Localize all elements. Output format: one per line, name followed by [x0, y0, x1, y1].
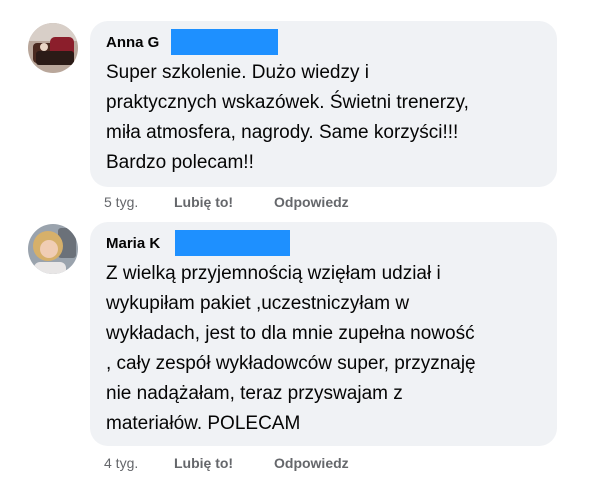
redaction-box — [171, 29, 278, 55]
comment-bubble: Maria K Z wielką przyjemnością wzięłam u… — [90, 222, 557, 446]
reply-button[interactable]: Odpowiedz — [274, 454, 349, 472]
reply-button[interactable]: Odpowiedz — [274, 193, 349, 211]
avatar[interactable] — [28, 23, 78, 73]
author-name[interactable]: Maria K — [106, 235, 160, 252]
like-button[interactable]: Lubię to! — [174, 193, 274, 211]
comment-bubble: Anna G Super szkolenie. Dużo wiedzy i pr… — [90, 21, 557, 187]
avatar[interactable] — [28, 224, 78, 274]
comment-actions: 4 tyg. Lubię to! Odpowiedz — [104, 454, 349, 472]
comment-actions: 5 tyg. Lubię to! Odpowiedz — [104, 193, 349, 211]
comment-text: Z wielką przyjemnością wzięłam udział i … — [106, 263, 476, 434]
redaction-box — [175, 230, 290, 256]
comment-text: Super szkolenie. Dużo wiedzy i praktyczn… — [106, 62, 469, 173]
like-button[interactable]: Lubię to! — [174, 454, 274, 472]
timestamp[interactable]: 5 tyg. — [104, 193, 174, 211]
author-name[interactable]: Anna G — [106, 34, 159, 51]
timestamp[interactable]: 4 tyg. — [104, 454, 174, 472]
